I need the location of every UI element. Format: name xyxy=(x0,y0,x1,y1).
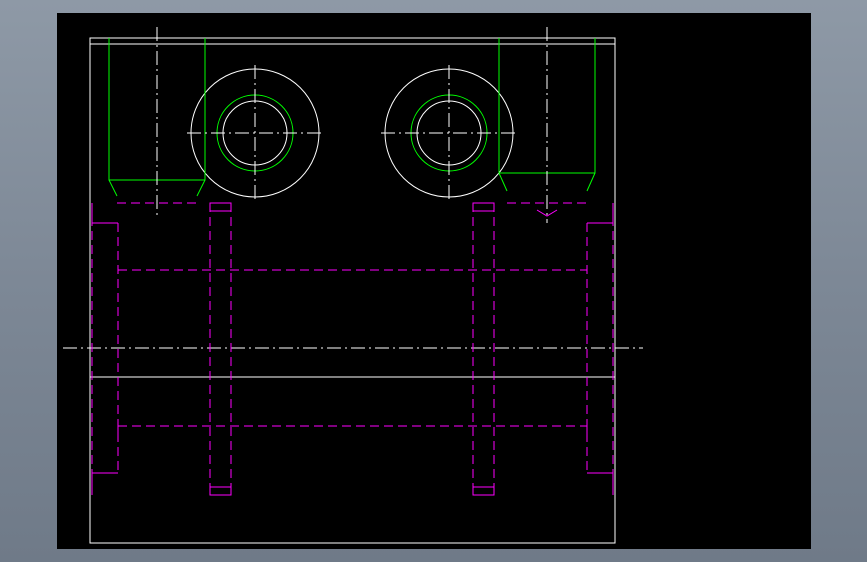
part-outline xyxy=(89,37,616,544)
step-right-top xyxy=(587,203,614,224)
step-left-top xyxy=(91,203,118,224)
bore-cap-bottom-right xyxy=(472,486,495,496)
step-left-bottom xyxy=(91,472,118,495)
threaded-hole-left-chamfer xyxy=(108,179,118,197)
bore-cap-bottom-left xyxy=(209,486,232,496)
part-boundary xyxy=(89,37,616,544)
threaded-hole-left-chamfer-2 xyxy=(196,179,206,197)
cad-viewport[interactable] xyxy=(57,13,811,549)
threaded-hole-right-chamfer-2 xyxy=(586,172,596,192)
threaded-hole-right-chamfer xyxy=(498,172,508,192)
step-right-bottom xyxy=(587,472,614,495)
cad-drawing xyxy=(63,27,643,544)
bore-cap-top-left xyxy=(209,202,232,212)
bore-cap-top-right xyxy=(472,202,495,212)
